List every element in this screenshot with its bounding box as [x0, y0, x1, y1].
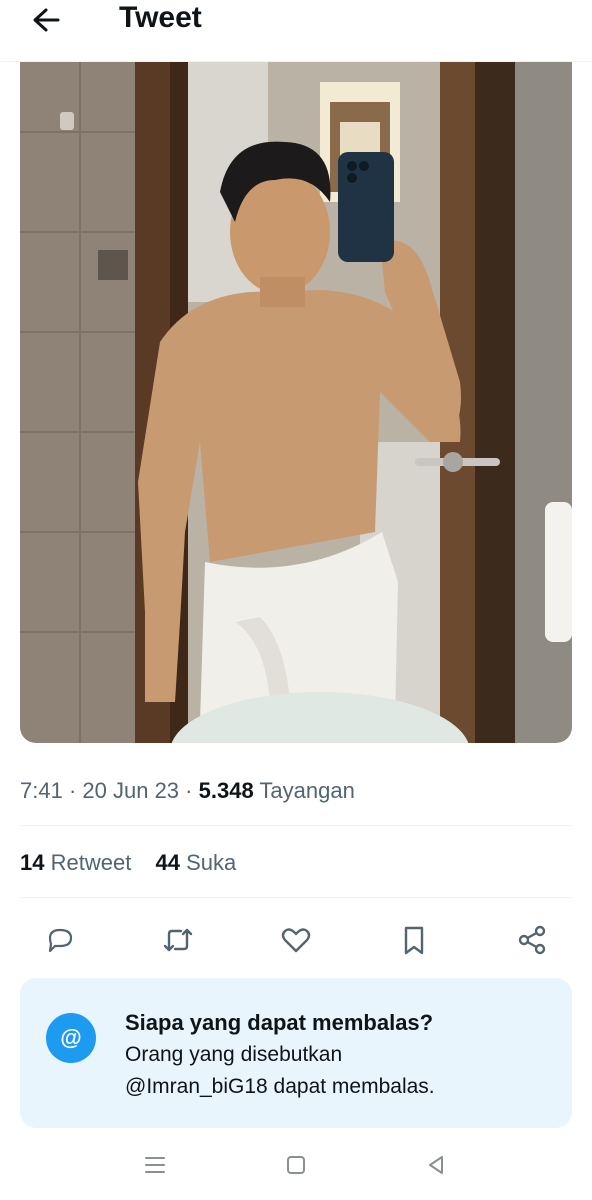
- tweet-time: 7:41: [20, 778, 63, 803]
- likes-label: Suka: [186, 850, 237, 875]
- reply-restriction-line: @Imran_biG18 dapat membalas.: [125, 1075, 435, 1098]
- top-bar: Tweet: [0, 0, 592, 62]
- reply-button[interactable]: [40, 920, 80, 960]
- at-sign-icon: @: [46, 1013, 96, 1063]
- like-button[interactable]: [276, 920, 316, 960]
- share-icon: [518, 925, 546, 955]
- tweet-meta: 7:41 · 20 Jun 23 · 5.348 Tayangan: [20, 776, 355, 806]
- retweets-label: Retweet: [50, 850, 132, 875]
- home-square-icon: [287, 1156, 305, 1174]
- reply-restriction-title: Siapa yang dapat membalas?: [125, 1010, 434, 1035]
- reply-restriction-line: Orang yang disebutkan: [125, 1043, 343, 1066]
- bookmark-button[interactable]: [394, 920, 434, 960]
- tweet-date: 20 Jun 23: [82, 778, 180, 803]
- system-back-button[interactable]: [421, 1150, 451, 1180]
- speech-bubble-icon: [48, 928, 73, 953]
- bookmark-icon: [404, 926, 424, 955]
- retweets-count: 14: [20, 850, 45, 875]
- retweets-stat[interactable]: 14 Retweet: [20, 848, 131, 878]
- reply-restriction-card[interactable]: @ Siapa yang dapat membalas? Orang yang …: [20, 978, 572, 1128]
- back-button[interactable]: [28, 4, 68, 36]
- views-label[interactable]: Tayangan: [259, 778, 354, 803]
- meta-separator: ·: [185, 778, 193, 803]
- action-bar: [0, 914, 592, 964]
- views-count[interactable]: 5.348: [199, 778, 254, 803]
- home-button[interactable]: [281, 1150, 311, 1180]
- arrow-left-icon: [33, 8, 60, 32]
- retweet-button[interactable]: [158, 920, 198, 960]
- page-title: Tweet: [119, 1, 202, 34]
- back-triangle-icon: [429, 1156, 443, 1174]
- recent-apps-button[interactable]: [140, 1150, 170, 1180]
- share-button[interactable]: [512, 920, 552, 960]
- likes-count: 44: [155, 850, 180, 875]
- menu-icon: [145, 1157, 165, 1173]
- divider: [20, 897, 572, 898]
- likes-stat[interactable]: 44 Suka: [155, 848, 236, 878]
- tweet-photo[interactable]: [20, 62, 572, 743]
- tweet-stats: 14 Retweet 44 Suka: [20, 848, 254, 878]
- meta-separator: ·: [68, 778, 77, 803]
- heart-icon: [281, 928, 311, 953]
- divider: [20, 825, 572, 826]
- retweet-icon: [163, 928, 193, 952]
- system-nav-bar: [0, 1140, 592, 1190]
